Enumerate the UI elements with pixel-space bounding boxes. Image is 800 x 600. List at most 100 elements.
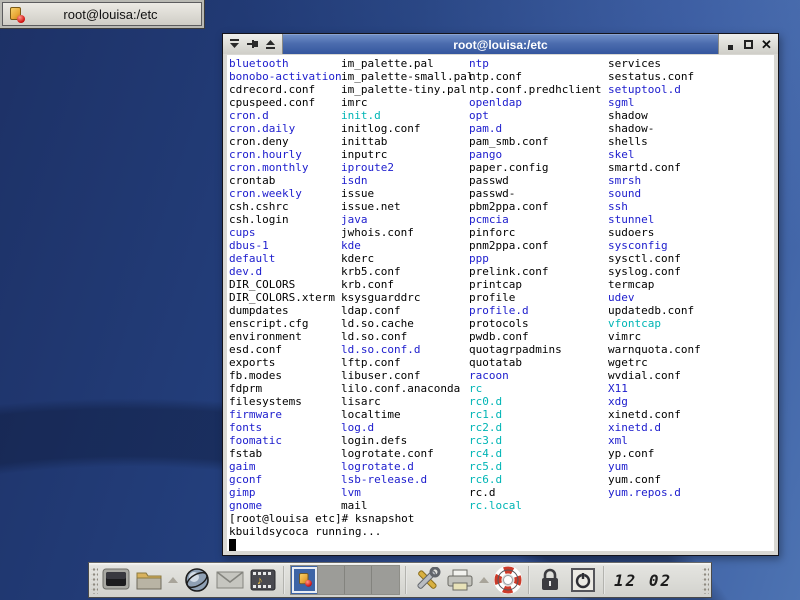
file-entry: DIR_COLORS (229, 278, 342, 291)
file-entry: cron.monthly (229, 161, 342, 174)
file-entry: updatedb.conf (608, 304, 701, 317)
panel-handle-left[interactable] (91, 566, 98, 594)
file-entry: yum.conf (608, 473, 701, 486)
file-entry: ld.so.cache (341, 317, 473, 330)
file-entry: warnquota.conf (608, 343, 701, 356)
web-browser-button[interactable] (182, 565, 212, 595)
home-folder-button[interactable] (134, 565, 164, 595)
email-button[interactable] (215, 565, 245, 595)
life-ring-icon (494, 566, 522, 594)
pager-window-icon (298, 572, 312, 586)
pager-desktop-2[interactable] (318, 566, 345, 594)
file-entry: pbm2ppa.conf (469, 200, 601, 213)
panel-expand-arrow-1[interactable] (168, 577, 178, 583)
minimize-icon (728, 45, 733, 50)
file-entry: issue.net (341, 200, 473, 213)
desktop-pager[interactable] (290, 565, 400, 595)
maximize-button[interactable] (740, 36, 757, 52)
file-entry: rc.d (469, 486, 601, 499)
pin-button[interactable] (244, 36, 261, 52)
file-entry: kde (341, 239, 473, 252)
panel-separator-4 (603, 566, 605, 594)
file-entry: jwhois.conf (341, 226, 473, 239)
terminal-window: root@louisa:/etc ✕ [root@louisa etc]# ks… (222, 33, 779, 556)
file-entry: environment (229, 330, 342, 343)
task-button-label: root@louisa:/etc (26, 7, 195, 22)
terminal-content[interactable]: [root@louisa etc]# ksnapshot kbuildsycoc… (227, 55, 774, 551)
file-entry: sudoers (608, 226, 701, 239)
pager-desktop-1[interactable] (291, 566, 318, 594)
file-entry: logrotate.d (341, 460, 473, 473)
pager-desktop-4[interactable] (372, 566, 399, 594)
eject-icon (265, 39, 276, 49)
shade-icon (229, 39, 240, 49)
file-entry: openldap (469, 96, 601, 109)
file-entry: lftp.conf (341, 356, 473, 369)
eject-button[interactable] (262, 36, 279, 52)
file-entry: enscript.cfg (229, 317, 342, 330)
shade-button[interactable] (226, 36, 243, 52)
network-alert-button[interactable] (493, 565, 523, 595)
file-entry: shadow- (608, 122, 701, 135)
file-entry: skel (608, 148, 701, 161)
panel-handle-right[interactable] (702, 566, 709, 594)
system-tools-button[interactable] (412, 565, 442, 595)
file-entry: sestatus.conf (608, 70, 701, 83)
file-entry: smartd.conf (608, 161, 701, 174)
file-entry: localtime (341, 408, 473, 421)
file-entry: java (341, 213, 473, 226)
panel-expand-arrow-2[interactable] (479, 577, 489, 583)
file-entry: pwdb.conf (469, 330, 601, 343)
file-entry: protocols (469, 317, 601, 330)
file-entry: default (229, 252, 342, 265)
file-entry: udev (608, 291, 701, 304)
close-button[interactable]: ✕ (758, 36, 775, 52)
file-entry: xinetd.conf (608, 408, 701, 421)
file-entry: cron.d (229, 109, 342, 122)
file-entry: crontab (229, 174, 342, 187)
file-entry: sysctl.conf (608, 252, 701, 265)
file-entry: sgml (608, 96, 701, 109)
file-entry: bonobo-activation (229, 70, 342, 83)
printer-icon (446, 568, 474, 592)
panel-clock[interactable]: 12 02 (610, 571, 676, 590)
pager-desktop-3[interactable] (345, 566, 372, 594)
task-button-konsole[interactable]: root@louisa:/etc (2, 2, 202, 26)
lock-screen-button[interactable] (535, 565, 565, 595)
multimedia-button[interactable]: ♪ (248, 565, 278, 595)
file-entry: im_palette-small.pal (341, 70, 473, 83)
globe-icon (184, 567, 210, 593)
file-entry: fstab (229, 447, 342, 460)
file-entry: ksysguarddrc (341, 291, 473, 304)
file-entry: ldap.conf (341, 304, 473, 317)
file-entry: rc (469, 382, 601, 395)
file-entry: profile (469, 291, 601, 304)
panel-separator-3 (528, 566, 530, 594)
file-entry: rc5.d (469, 460, 601, 473)
file-entry: vimrc (608, 330, 701, 343)
file-entry: csh.login (229, 213, 342, 226)
file-column-4: servicessestatus.confsetuptool.dsgmlshad… (608, 57, 701, 499)
show-desktop-button[interactable] (101, 565, 131, 595)
file-entry: dumpdates (229, 304, 342, 317)
konsole-icon (9, 6, 26, 23)
file-entry: xinetd.d (608, 421, 701, 434)
window-titlebar[interactable]: root@louisa:/etc ✕ (223, 34, 778, 54)
file-entry: xml (608, 434, 701, 447)
file-entry: profile.d (469, 304, 601, 317)
file-entry: foomatic (229, 434, 342, 447)
svg-text:♪: ♪ (257, 575, 263, 587)
file-entry: pam.d (469, 122, 601, 135)
file-entry: lisarc (341, 395, 473, 408)
printer-button[interactable] (445, 565, 475, 595)
titlebar-right-buttons: ✕ (718, 34, 778, 54)
desktop-background: root@louisa:/etc root@louisa:/etc ✕ (0, 0, 800, 600)
logout-button[interactable] (568, 565, 598, 595)
file-entry: vfontcap (608, 317, 701, 330)
file-entry: racoon (469, 369, 601, 382)
file-entry: lsb-release.d (341, 473, 473, 486)
minimize-button[interactable] (722, 36, 739, 52)
file-entry: isdn (341, 174, 473, 187)
file-entry: pnm2ppa.conf (469, 239, 601, 252)
file-entry: pinforc (469, 226, 601, 239)
